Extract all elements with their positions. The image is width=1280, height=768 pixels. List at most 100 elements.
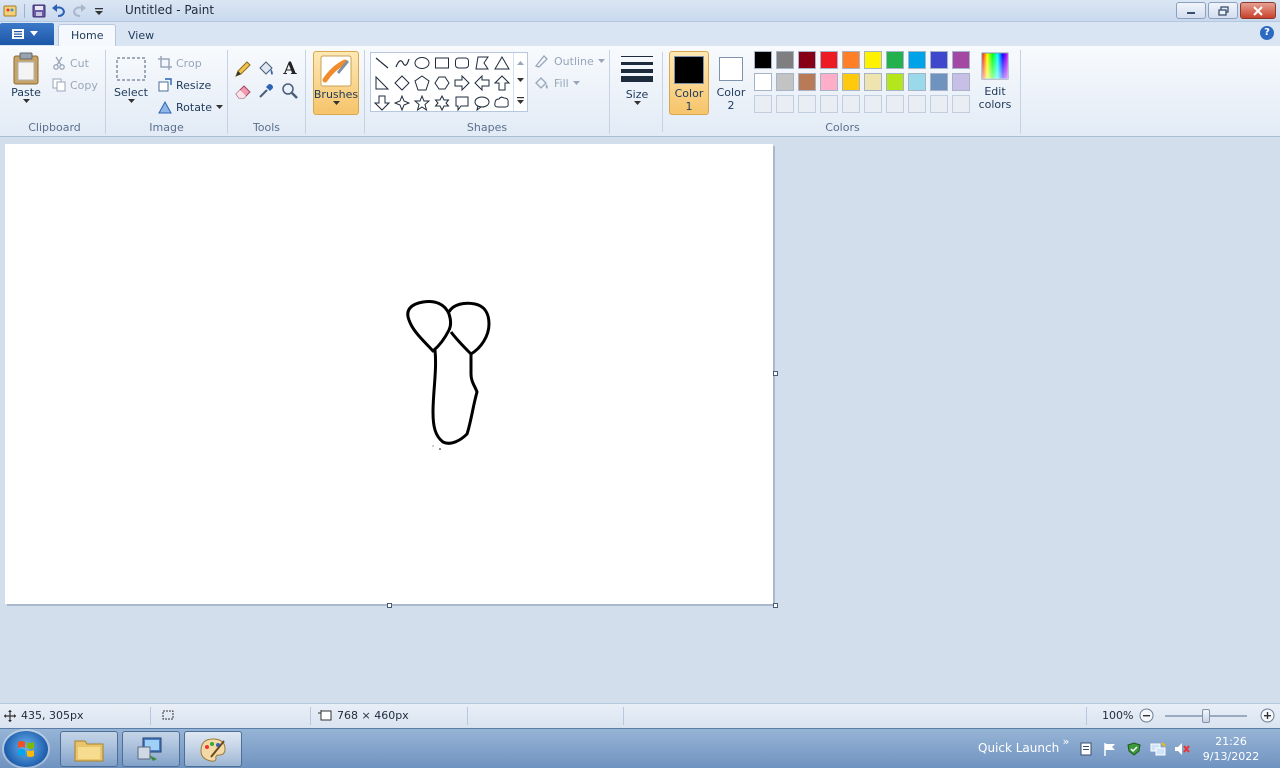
- resize-handle-corner[interactable]: [773, 603, 778, 608]
- network-icon[interactable]: [1150, 741, 1166, 757]
- palette-swatch[interactable]: [798, 51, 816, 69]
- copy-button[interactable]: Copy: [52, 78, 98, 92]
- left-arrow-shape[interactable]: [472, 73, 492, 93]
- security-shield-icon[interactable]: [1126, 741, 1142, 757]
- resize-handle-right[interactable]: [773, 371, 778, 376]
- fill-tool[interactable]: [256, 59, 276, 79]
- taskbar-paint[interactable]: [184, 731, 242, 767]
- palette-swatch[interactable]: [864, 51, 882, 69]
- custom-color-slot[interactable]: [842, 95, 860, 113]
- custom-color-slot[interactable]: [930, 95, 948, 113]
- palette-swatch[interactable]: [776, 73, 794, 91]
- right-triangle-shape[interactable]: [372, 73, 392, 93]
- paint-app-icon[interactable]: [2, 3, 18, 19]
- right-arrow-shape[interactable]: [452, 73, 472, 93]
- start-button[interactable]: [4, 731, 48, 767]
- custom-color-slot[interactable]: [754, 95, 772, 113]
- line-shape[interactable]: [372, 53, 392, 73]
- palette-swatch[interactable]: [908, 51, 926, 69]
- palette-swatch[interactable]: [842, 51, 860, 69]
- palette-swatch[interactable]: [798, 73, 816, 91]
- eraser-tool[interactable]: [233, 81, 253, 101]
- taskbar-network[interactable]: [122, 731, 180, 767]
- magnifier-tool[interactable]: [280, 81, 300, 101]
- curve-shape[interactable]: [392, 53, 412, 73]
- drawing-canvas[interactable]: [5, 144, 773, 604]
- six-point-star-shape[interactable]: [432, 93, 452, 113]
- rounded-rectangle-shape[interactable]: [452, 53, 472, 73]
- tab-home[interactable]: Home: [58, 24, 117, 46]
- hexagon-shape[interactable]: [432, 73, 452, 93]
- size-button[interactable]: Size: [617, 52, 657, 112]
- custom-color-slot[interactable]: [886, 95, 904, 113]
- rounded-callout-shape[interactable]: [452, 93, 472, 113]
- custom-color-slot[interactable]: [820, 95, 838, 113]
- oval-callout-shape[interactable]: [472, 93, 492, 113]
- text-tool[interactable]: A: [280, 59, 300, 79]
- palette-swatch[interactable]: [886, 51, 904, 69]
- save-icon[interactable]: [31, 3, 47, 19]
- triangle-shape[interactable]: [492, 53, 512, 73]
- cloud-callout-shape[interactable]: [492, 93, 512, 113]
- minimize-button[interactable]: [1176, 2, 1206, 19]
- rectangle-shape[interactable]: [432, 53, 452, 73]
- pencil-tool[interactable]: [233, 59, 253, 79]
- crop-button[interactable]: Crop: [158, 56, 202, 70]
- color-picker-tool[interactable]: [256, 81, 276, 101]
- volume-muted-icon[interactable]: [1174, 741, 1190, 757]
- palette-swatch[interactable]: [754, 73, 772, 91]
- quick-launch-label[interactable]: Quick Launch: [978, 741, 1059, 755]
- oval-shape[interactable]: [412, 53, 432, 73]
- custom-color-slot[interactable]: [798, 95, 816, 113]
- taskbar-explorer[interactable]: [60, 731, 118, 767]
- custom-color-slot[interactable]: [864, 95, 882, 113]
- file-menu-button[interactable]: [0, 23, 54, 45]
- zoom-in-button[interactable]: [1260, 708, 1275, 723]
- select-button[interactable]: Select: [112, 56, 150, 104]
- palette-swatch[interactable]: [842, 73, 860, 91]
- polygon-shape[interactable]: [472, 53, 492, 73]
- palette-swatch[interactable]: [908, 73, 926, 91]
- quick-launch-expand-icon[interactable]: »: [1058, 733, 1074, 749]
- palette-swatch[interactable]: [776, 51, 794, 69]
- palette-swatch[interactable]: [820, 51, 838, 69]
- brushes-button[interactable]: Brushes: [313, 51, 359, 115]
- redo-icon[interactable]: [71, 3, 87, 19]
- help-icon[interactable]: ?: [1260, 26, 1274, 40]
- palette-swatch[interactable]: [930, 73, 948, 91]
- tray-document-icon[interactable]: [1078, 741, 1094, 757]
- cut-button[interactable]: Cut: [52, 56, 89, 70]
- fill-button[interactable]: Fill: [534, 76, 580, 90]
- custom-color-slot[interactable]: [776, 95, 794, 113]
- outline-button[interactable]: Outline: [534, 54, 605, 68]
- custom-color-slot[interactable]: [952, 95, 970, 113]
- work-area[interactable]: [0, 138, 1280, 703]
- system-clock[interactable]: 21:26 9/13/2022: [1200, 734, 1262, 764]
- palette-swatch[interactable]: [754, 51, 772, 69]
- action-center-flag-icon[interactable]: [1102, 741, 1118, 757]
- palette-swatch[interactable]: [864, 73, 882, 91]
- four-point-star-shape[interactable]: [392, 93, 412, 113]
- custom-color-slot[interactable]: [908, 95, 926, 113]
- palette-swatch[interactable]: [930, 51, 948, 69]
- palette-swatch[interactable]: [886, 73, 904, 91]
- paste-button[interactable]: Paste: [8, 52, 44, 104]
- down-arrow-shape[interactable]: [372, 93, 392, 113]
- tab-view[interactable]: View: [116, 24, 166, 46]
- palette-swatch[interactable]: [820, 73, 838, 91]
- palette-swatch[interactable]: [952, 51, 970, 69]
- zoom-out-button[interactable]: [1139, 708, 1154, 723]
- pentagon-shape[interactable]: [412, 73, 432, 93]
- resize-handle-bottom[interactable]: [387, 603, 392, 608]
- rotate-button[interactable]: Rotate: [158, 100, 224, 114]
- up-arrow-shape[interactable]: [492, 73, 512, 93]
- zoom-slider-thumb[interactable]: [1202, 709, 1210, 723]
- customize-qat-icon[interactable]: [91, 3, 107, 19]
- restore-button[interactable]: [1208, 2, 1238, 19]
- resize-button[interactable]: Resize: [158, 78, 211, 92]
- five-point-star-shape[interactable]: [412, 93, 432, 113]
- close-button[interactable]: [1240, 2, 1276, 19]
- shapes-scrollbar[interactable]: [513, 53, 527, 111]
- undo-icon[interactable]: [51, 3, 67, 19]
- palette-swatch[interactable]: [952, 73, 970, 91]
